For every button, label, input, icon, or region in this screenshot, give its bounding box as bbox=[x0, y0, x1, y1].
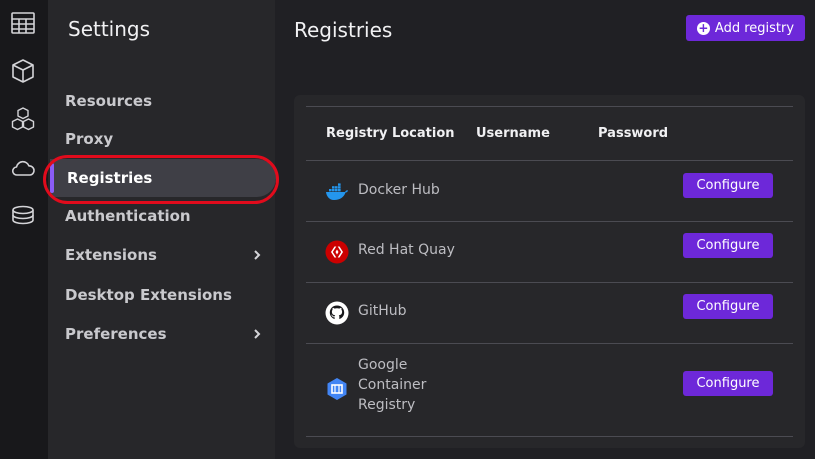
sidebar-item-authentication[interactable]: Authentication bbox=[48, 201, 275, 231]
registry-name: Docker Hub bbox=[358, 182, 440, 198]
table-row: Docker Hub Configure bbox=[294, 161, 805, 221]
page-title: Registries bbox=[294, 18, 393, 42]
table-row: GitHub Configure bbox=[294, 283, 805, 343]
registries-table: Registry Location Username Password Dock… bbox=[294, 95, 805, 448]
gcr-icon bbox=[327, 378, 347, 400]
icon-rail bbox=[0, 0, 48, 459]
configure-button[interactable]: Configure bbox=[683, 173, 773, 198]
sidebar-item-preferences[interactable]: Preferences bbox=[48, 319, 275, 349]
add-registry-label: Add registry bbox=[714, 20, 795, 36]
divider bbox=[306, 436, 793, 437]
chevron-right-icon bbox=[254, 329, 261, 339]
chevron-right-icon bbox=[254, 250, 261, 260]
sidebar-title: Settings bbox=[68, 17, 151, 41]
sidebar-item-label: Registries bbox=[67, 169, 153, 187]
settings-sidebar: Settings Resources Proxy Registries Auth… bbox=[48, 0, 276, 459]
volumes-icon[interactable] bbox=[8, 200, 38, 230]
registry-name-line: Google bbox=[358, 357, 408, 373]
registry-name: Red Hat Quay bbox=[358, 242, 455, 258]
registry-name-line: Registry bbox=[358, 397, 416, 413]
sidebar-item-label: Extensions bbox=[65, 246, 157, 264]
registry-name: Google Container Registry bbox=[358, 355, 426, 415]
table-row: Google Container Registry Configure bbox=[294, 344, 805, 436]
sidebar-item-label: Resources bbox=[65, 92, 153, 110]
configure-button[interactable]: Configure bbox=[683, 233, 773, 258]
github-icon bbox=[325, 301, 349, 325]
column-header-username: Username bbox=[476, 126, 550, 141]
cloud-icon[interactable] bbox=[8, 153, 38, 183]
table-row: Red Hat Quay Configure bbox=[294, 222, 805, 282]
sidebar-item-label: Preferences bbox=[65, 325, 167, 343]
app-window: Settings Resources Proxy Registries Auth… bbox=[0, 0, 815, 459]
sidebar-item-proxy[interactable]: Proxy bbox=[48, 124, 275, 154]
divider bbox=[306, 106, 793, 107]
plus-circle-icon: + bbox=[696, 20, 710, 35]
docker-icon bbox=[326, 183, 348, 200]
quay-icon bbox=[325, 240, 349, 264]
sidebar-item-extensions[interactable]: Extensions bbox=[48, 240, 275, 270]
registry-name: GitHub bbox=[358, 303, 407, 319]
sidebar-item-registries[interactable]: Registries bbox=[50, 159, 276, 197]
sidebar-item-label: Desktop Extensions bbox=[65, 286, 232, 304]
column-header-location: Registry Location bbox=[326, 126, 455, 141]
configure-button[interactable]: Configure bbox=[683, 294, 773, 319]
container-icon[interactable] bbox=[8, 56, 38, 86]
sidebar-item-resources[interactable]: Resources bbox=[48, 86, 275, 116]
dashboard-icon[interactable] bbox=[8, 8, 38, 38]
sidebar-item-desktop-extensions[interactable]: Desktop Extensions bbox=[48, 280, 275, 310]
column-header-password: Password bbox=[598, 126, 669, 141]
sidebar-item-label: Proxy bbox=[65, 130, 114, 148]
registry-name-line: Container bbox=[358, 377, 427, 393]
add-registry-button[interactable]: + Add registry bbox=[686, 15, 805, 41]
sidebar-item-label: Authentication bbox=[65, 207, 191, 225]
configure-button[interactable]: Configure bbox=[683, 371, 773, 396]
pods-icon[interactable] bbox=[8, 104, 38, 134]
